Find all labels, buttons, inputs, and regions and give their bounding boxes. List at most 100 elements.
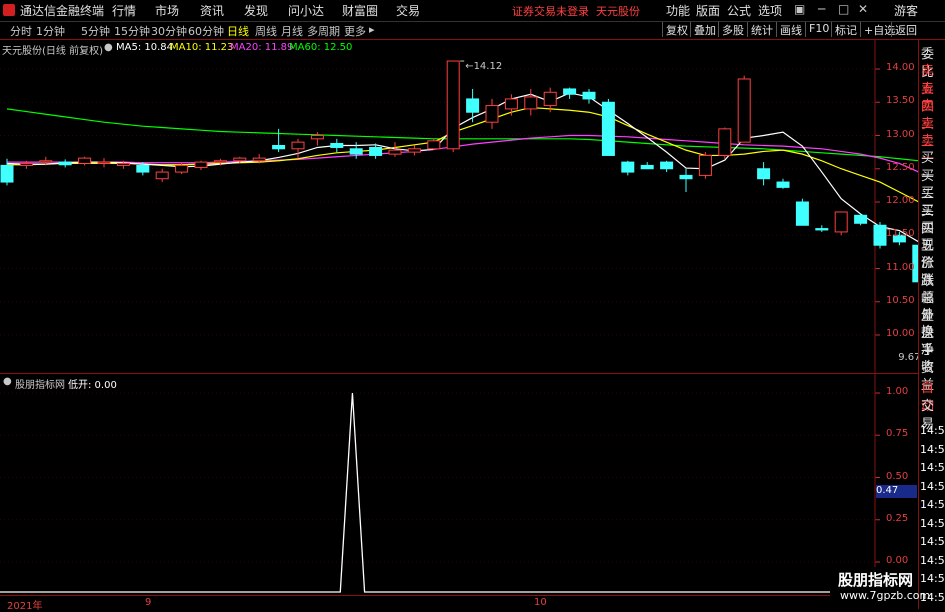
kline-chart[interactable]: 天元股份(日线 前复权) ● MA5: 10.84 MA10: 11.23 MA…: [0, 40, 918, 373]
candle-up: [698, 154, 712, 176]
app-logo-icon: [3, 4, 15, 16]
multi-stock-button[interactable]: 多股: [718, 22, 744, 37]
menu-quotes[interactable]: 行情: [112, 2, 136, 19]
candle-down: [660, 161, 674, 170]
high-annotation: ←14.12: [465, 61, 502, 72]
skin-icon[interactable]: ▣: [794, 2, 805, 16]
menu-layout[interactable]: 版面: [696, 2, 720, 19]
y-tick-label: 13.50: [886, 95, 915, 107]
sub-y-tick-label: 0.25: [886, 512, 909, 524]
overlay-button[interactable]: 叠加: [690, 22, 716, 37]
user-guest[interactable]: 游客: [894, 2, 918, 19]
candle-up: [407, 148, 421, 153]
more-arrow-icon[interactable]: ▸: [369, 23, 375, 36]
sub-y-tick-label: 0.50: [886, 470, 909, 482]
menu-discover[interactable]: 发现: [244, 2, 268, 19]
y-tick-label: 10.00: [886, 328, 915, 339]
candle-up: [543, 91, 557, 107]
indicator-chart[interactable]: ● 股朋指标网 低开: 0.00 0.00 0.25 0.50 0.75 1.00 0.…: [0, 373, 918, 596]
tab-60min[interactable]: 60分钟: [188, 23, 224, 39]
tab-weekly[interactable]: 周线: [255, 23, 277, 39]
menu-options[interactable]: 选项: [758, 2, 782, 19]
menu-assistant[interactable]: 问小达: [288, 2, 324, 19]
f10-button[interactable]: F10: [805, 22, 829, 37]
candle-up: [485, 105, 499, 123]
tab-timeshare[interactable]: 分时: [10, 23, 32, 39]
tab-15min[interactable]: 15分钟: [114, 23, 150, 39]
candle-up: [194, 161, 208, 168]
menu-news[interactable]: 资讯: [200, 2, 224, 19]
candle-up: [213, 160, 227, 163]
candle-up: [718, 128, 732, 156]
ma10-line: [7, 106, 918, 203]
quote-side-panel: 委比 卖五 卖四 卖三 卖二 卖一 买一 买二 买三 买四 买五 现价 涨跌 涨幅 总量 外盘 换手 净资 收益 自动…: [918, 40, 945, 609]
tab-multi-period[interactable]: 多周期: [307, 23, 340, 39]
add-watchlist-button[interactable]: +自选: [860, 22, 895, 37]
tab-30min[interactable]: 30分钟: [151, 23, 187, 39]
app-title: 通达信金融终端: [20, 4, 105, 18]
trade-time-6: 14:56: [920, 535, 945, 548]
notice-stock: 天元股份: [596, 5, 640, 18]
y-tick-label: 10.50: [886, 294, 915, 306]
minimize-icon[interactable]: ─: [818, 2, 825, 16]
back-button[interactable]: 返回: [891, 22, 917, 37]
candle-down: [757, 168, 771, 180]
candle-up: [310, 135, 324, 140]
restore-rights-button[interactable]: 复权: [662, 22, 688, 37]
candle-up: [155, 171, 169, 180]
y-tick-label: 13.00: [886, 128, 915, 140]
candle-down: [349, 148, 363, 155]
trade-time-7: 14:56: [920, 553, 945, 567]
candle-down: [679, 174, 693, 180]
candle-up: [116, 162, 130, 166]
tab-daily[interactable]: 日线: [227, 23, 249, 39]
candle-down: [815, 228, 829, 231]
candle-down: [776, 181, 790, 188]
candle-up: [504, 98, 518, 110]
tab-monthly[interactable]: 月线: [281, 23, 303, 39]
x-label-sep: 9: [145, 597, 152, 608]
kline-plot: ←14.12 9.67→: [0, 40, 918, 373]
x-axis: 2021年 9 10: [0, 595, 918, 612]
menu-function[interactable]: 功能: [666, 2, 690, 19]
candle-down: [0, 164, 14, 183]
trade-time-5: 14:56: [920, 516, 945, 530]
candle-down: [795, 201, 809, 226]
low-annotation: 9.67→: [898, 352, 918, 363]
menu-bar: 通达信金融终端 行情 市场 资讯 发现 问小达 财富圈 交易 证券交易未登录 天…: [0, 0, 945, 22]
draw-line-button[interactable]: 画线: [776, 22, 802, 37]
period-toolbar: 分时 1分钟 5分钟 15分钟 30分钟 60分钟 日线 周线 月线 多周期 更…: [0, 21, 945, 40]
candle-down: [563, 88, 577, 95]
y-tick-label: 12.00: [886, 195, 915, 206]
candle-up: [291, 141, 305, 150]
candle-up: [834, 211, 848, 233]
tab-5min[interactable]: 5分钟: [81, 23, 110, 39]
watermark-title: 股朋指标网: [838, 571, 914, 589]
candle-down: [330, 142, 344, 148]
candle-down: [272, 144, 286, 150]
indicator-line: [0, 392, 875, 593]
sub-y-tick-label: 1.00: [886, 386, 909, 397]
candle-up: [233, 157, 247, 162]
x-label-2021: 2021年: [7, 601, 43, 612]
candle-up: [446, 60, 460, 150]
mark-button[interactable]: 标记: [831, 22, 857, 37]
cursor-value-box: 0.47: [876, 485, 917, 498]
menu-market[interactable]: 市场: [155, 2, 179, 19]
ma60-line: [6, 108, 918, 162]
maximize-icon[interactable]: □: [838, 2, 849, 16]
candle-up: [427, 140, 441, 150]
candle-down: [136, 164, 150, 173]
statistics-button[interactable]: 统计: [747, 22, 773, 37]
login-notice[interactable]: 证券交易未登录 天元股份: [512, 3, 640, 19]
candle-down: [369, 146, 383, 156]
menu-trade[interactable]: 交易: [396, 2, 420, 19]
menu-wealth[interactable]: 财富圈: [342, 2, 378, 19]
candle-down: [466, 98, 480, 113]
menu-formula[interactable]: 公式: [727, 2, 751, 19]
tab-more[interactable]: 更多: [344, 23, 366, 39]
trade-time-8: 14:56: [920, 572, 945, 585]
close-icon[interactable]: ✕: [858, 2, 868, 16]
indicator-plot: [0, 374, 880, 596]
tab-1min[interactable]: 1分钟: [36, 23, 65, 39]
